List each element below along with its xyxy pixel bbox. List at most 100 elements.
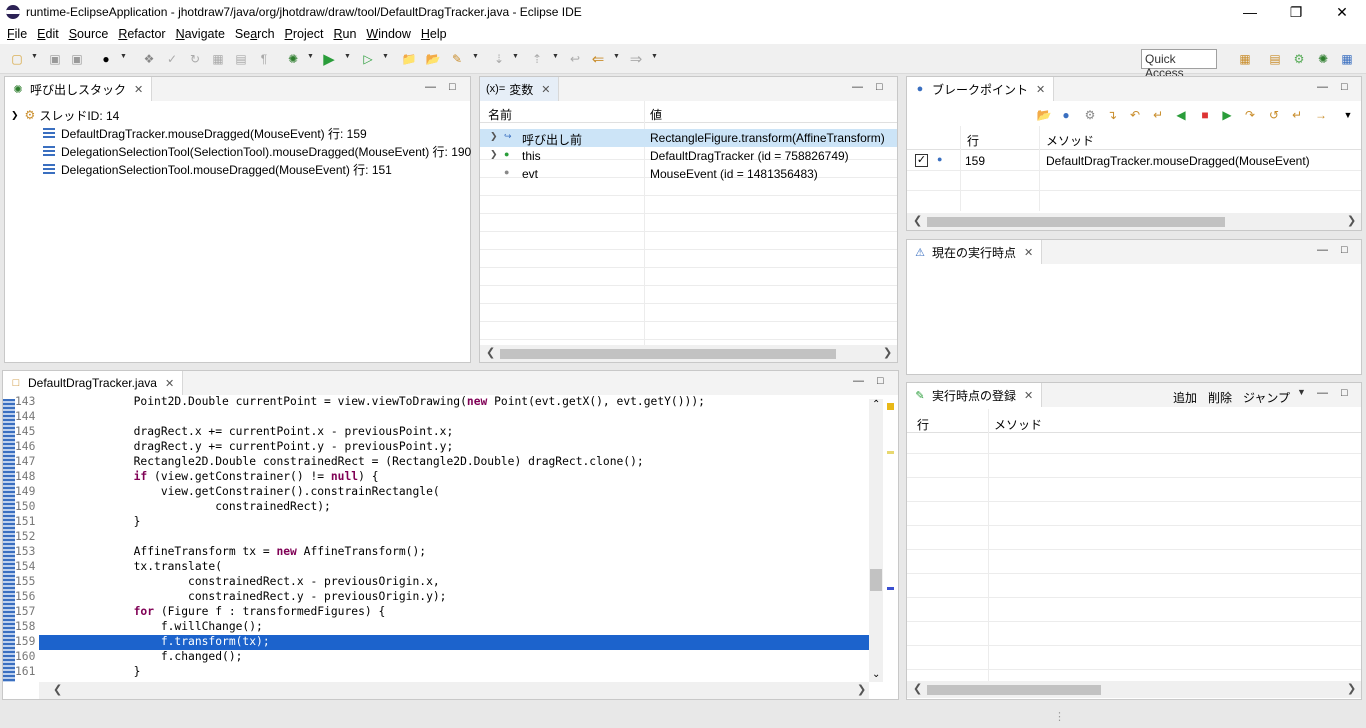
step-icon[interactable]: ↴ <box>1103 106 1121 124</box>
scroll-right-icon[interactable]: ❯ <box>857 683 866 696</box>
java-perspective-icon[interactable]: ⚙ <box>1290 50 1308 68</box>
minimize-icon[interactable]: — <box>425 81 436 93</box>
close-icon[interactable]: ✕ <box>165 377 174 390</box>
step-return-icon[interactable]: ↵ <box>1288 106 1306 124</box>
close-icon[interactable]: ✕ <box>1024 246 1033 259</box>
breakpoint-checkbox[interactable]: ✓ <box>915 154 928 167</box>
variables-hscroll[interactable]: ❮ ❯ <box>480 345 897 362</box>
close-icon[interactable]: ✕ <box>134 83 143 96</box>
gear-icon[interactable]: ⚙ <box>1081 106 1099 124</box>
step-back-icon[interactable]: ↶ <box>1126 106 1144 124</box>
delete-button[interactable]: 削除 <box>1208 389 1232 406</box>
debug-dropdown-icon[interactable]: ▼ <box>307 53 315 63</box>
minimize-icon[interactable]: — <box>1317 244 1328 256</box>
minimize-icon[interactable]: — <box>852 81 863 93</box>
code-line[interactable]: 153 AffineTransform tx = new AffineTrans… <box>5 545 869 560</box>
step-over-icon[interactable]: ↺ <box>1265 106 1283 124</box>
code-line[interactable]: 161 } <box>5 665 869 678</box>
pilcrow-icon[interactable]: ¶ <box>255 50 273 68</box>
next-dropdown-icon[interactable]: ▼ <box>512 53 520 63</box>
close-button[interactable]: ✕ <box>1319 0 1365 24</box>
return-icon[interactable]: ↵ <box>1149 106 1167 124</box>
code-line[interactable]: 149 view.getConstrainer().constrainRecta… <box>5 485 869 500</box>
last-edit-icon[interactable]: ↩ <box>566 50 584 68</box>
minimize-icon[interactable]: — <box>1317 387 1328 399</box>
thread-row[interactable]: ❯ ⚙ スレッドID: 14 <box>11 106 119 124</box>
open-perspective-icon[interactable]: ▦ <box>1236 50 1254 68</box>
tab-breakpoints[interactable]: ● ブレークポイント ✕ <box>907 77 1055 101</box>
back-icon[interactable]: ⇐ <box>589 50 607 68</box>
open-folder-icon[interactable]: 📂 <box>424 50 442 68</box>
menu-help[interactable]: Help <box>416 27 452 41</box>
scroll-left-icon[interactable]: ❮ <box>913 214 922 227</box>
scroll-left-icon[interactable]: ❮ <box>53 683 62 696</box>
col-name[interactable]: 名前 <box>488 106 512 123</box>
maximize-icon[interactable]: □ <box>876 81 883 93</box>
drop-frame-icon[interactable]: → <box>1312 106 1330 124</box>
open-folder-icon[interactable]: 📂 <box>1035 106 1053 124</box>
menu-edit[interactable]: Edit <box>32 27 64 41</box>
minimize-button[interactable]: — <box>1227 0 1273 24</box>
breakpoint-row[interactable]: ✓ ● 159 DefaultDragTracker.mouseDragged(Mou… <box>907 151 1361 171</box>
quick-access-input[interactable]: Quick Access <box>1141 49 1217 80</box>
code-line[interactable]: 148 if (view.getConstrainer() != null) { <box>5 470 869 485</box>
col-method[interactable]: メソッド <box>1046 132 1094 149</box>
close-icon[interactable]: ✕ <box>541 83 550 96</box>
col-line[interactable]: 行 <box>917 416 929 433</box>
code-area[interactable]: 143 Point2D.Double currentPoint = view.v… <box>5 395 869 678</box>
code-line[interactable]: 145 dragRect.x += currentPoint.x - previ… <box>5 425 869 440</box>
new-dropdown-icon[interactable]: ▼ <box>31 53 39 63</box>
save-icon[interactable]: ▣ <box>46 50 64 68</box>
occurrence-marker[interactable] <box>887 451 894 454</box>
menu-file[interactable]: File <box>2 27 32 41</box>
skip-breakpoints-icon[interactable]: ❖ <box>140 50 158 68</box>
terminate-icon[interactable]: ■ <box>1196 106 1214 124</box>
code-line[interactable]: 143 Point2D.Double currentPoint = view.v… <box>5 395 869 410</box>
scroll-thumb[interactable] <box>870 569 882 591</box>
minimize-icon[interactable]: — <box>1317 81 1328 93</box>
run-icon[interactable]: ▶ <box>320 50 338 68</box>
new-icon[interactable]: ▢ <box>8 50 26 68</box>
scroll-up-icon[interactable]: ⌃ <box>872 399 880 410</box>
run-dropdown-icon[interactable]: ▼ <box>344 53 352 63</box>
maximize-icon[interactable]: □ <box>1341 244 1348 256</box>
close-icon[interactable]: ✕ <box>1036 83 1045 96</box>
run-external-icon[interactable]: ▷ <box>359 50 377 68</box>
debug-icon[interactable]: ✺ <box>284 50 302 68</box>
view-menu-icon[interactable]: ▼ <box>1339 106 1357 124</box>
prev-annotation-icon[interactable]: ⇡ <box>528 50 546 68</box>
scroll-right-icon[interactable]: ❯ <box>883 346 892 359</box>
tab-registration[interactable]: ✎ 実行時点の登録 ✕ <box>907 383 1043 407</box>
scroll-thumb[interactable] <box>927 217 1225 227</box>
warning-marker[interactable] <box>887 403 894 410</box>
stack-frame-row[interactable]: DefaultDragTracker.mouseDragged(MouseEve… <box>43 124 367 142</box>
variable-row[interactable]: ❯ ↪ 呼び出し前 RectangleFigure.transform(AffineT… <box>480 129 897 147</box>
restore-button[interactable]: ❐ <box>1273 0 1319 24</box>
debug-marker[interactable] <box>887 587 894 590</box>
breakpoint-add-icon[interactable]: ● <box>1057 106 1075 124</box>
code-line[interactable]: 147 Rectangle2D.Double constrainedRect =… <box>5 455 869 470</box>
maximize-icon[interactable]: □ <box>1341 81 1348 93</box>
code-line[interactable]: 155 constrainedRect.x - previousOrigin.x… <box>5 575 869 590</box>
stack-frame-row[interactable]: DelegationSelectionTool.mouseDragged(Mou… <box>43 160 392 178</box>
scroll-right-icon[interactable]: ❯ <box>1347 682 1356 695</box>
breakpoints-hscroll[interactable]: ❮ ❯ <box>907 213 1361 230</box>
maximize-icon[interactable]: □ <box>1341 387 1348 399</box>
menu-window[interactable]: Window <box>361 27 415 41</box>
next-annotation-icon[interactable]: ⇣ <box>490 50 508 68</box>
editor-hscroll[interactable]: ❮ ❯ <box>39 682 869 699</box>
jump-button[interactable]: ジャンプ <box>1243 389 1290 406</box>
step-into-icon[interactable]: ↷ <box>1241 106 1259 124</box>
code-line[interactable]: 152 <box>5 530 869 545</box>
forward-dropdown-icon[interactable]: ▼ <box>651 53 659 63</box>
code-line[interactable]: 154 tx.translate( <box>5 560 869 575</box>
scroll-left-icon[interactable]: ❮ <box>486 346 495 359</box>
tab-variables[interactable]: (x)= 変数 ✕ <box>480 77 560 101</box>
maximize-icon[interactable]: □ <box>449 81 456 93</box>
doc-icon[interactable]: ▤ <box>232 50 250 68</box>
variable-row[interactable]: ● evt MouseEvent (id = 1481356483) <box>480 165 897 183</box>
registration-hscroll[interactable]: ❮ ❯ <box>907 681 1361 698</box>
editor-vscroll[interactable]: ⌃ ⌄ <box>869 399 883 682</box>
menu-search[interactable]: Search <box>230 27 280 41</box>
layout-perspective-icon[interactable]: ▦ <box>1338 50 1356 68</box>
